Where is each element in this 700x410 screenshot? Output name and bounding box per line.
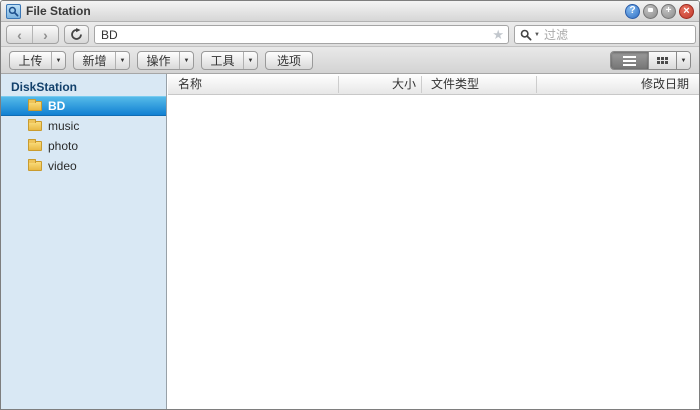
search-field: ▼	[514, 25, 696, 44]
file-list-empty-area[interactable]	[168, 95, 699, 409]
chevron-down-icon[interactable]: ▼	[52, 58, 65, 64]
sidebar-item-label: video	[48, 159, 77, 173]
back-button[interactable]: ‹	[7, 26, 32, 43]
list-view-button[interactable]	[611, 52, 648, 69]
file-station-icon	[6, 3, 21, 19]
path-field: ★	[94, 25, 509, 44]
view-mode-toggle: ▼	[610, 51, 691, 70]
window-controls: ? + ×	[625, 3, 694, 19]
column-separator[interactable]	[536, 76, 537, 93]
window-title: File Station	[26, 4, 91, 18]
sidebar-item-label: music	[48, 119, 80, 133]
column-header-modified[interactable]: 修改日期	[641, 74, 689, 95]
refresh-icon	[71, 28, 82, 40]
sidebar-root-diskstation[interactable]: DiskStation	[1, 74, 166, 96]
forward-icon: ›	[43, 26, 48, 43]
column-header-type[interactable]: 文件类型	[431, 74, 479, 95]
sidebar-item-video[interactable]: video	[1, 156, 166, 176]
options-button[interactable]: 选项	[265, 51, 313, 70]
thumbnail-view-button[interactable]	[648, 52, 676, 69]
column-separator[interactable]	[338, 76, 339, 93]
search-icon	[520, 29, 532, 41]
folder-icon	[28, 139, 42, 151]
chevron-down-icon[interactable]: ▼	[180, 58, 193, 64]
navigation-bar: ‹ › ★ ▼	[1, 22, 699, 47]
search-options-caret-icon[interactable]: ▼	[534, 32, 540, 38]
column-separator[interactable]	[421, 76, 422, 93]
folder-icon	[28, 159, 42, 171]
column-header-name[interactable]: 名称	[178, 74, 202, 95]
sidebar-item-photo[interactable]: photo	[1, 136, 166, 156]
bookmark-star-icon[interactable]: ★	[492, 28, 504, 41]
file-list-panel: 名称 大小 文件类型 修改日期	[168, 74, 699, 409]
minimize-icon	[648, 7, 653, 12]
sidebar-item-bd[interactable]: BD	[1, 96, 166, 116]
close-icon: ×	[683, 4, 690, 17]
maximize-icon: +	[665, 5, 672, 16]
list-view-icon	[623, 55, 636, 66]
toolbar: 上传 ▼ 新增 ▼ 操作 ▼ 工具 ▼ 选项 ▼	[1, 47, 699, 74]
chevron-down-icon[interactable]: ▼	[116, 58, 129, 64]
folder-tree-sidebar: DiskStation BD music photo video	[1, 74, 167, 409]
sidebar-item-label: BD	[48, 99, 66, 113]
help-button[interactable]: ?	[625, 3, 640, 19]
folder-icon	[28, 99, 42, 111]
folder-icon	[28, 119, 42, 131]
column-header-size[interactable]: 大小	[343, 74, 416, 95]
upload-button[interactable]: 上传 ▼	[9, 51, 66, 70]
action-button[interactable]: 操作 ▼	[137, 51, 194, 70]
magnifier-glyph	[8, 6, 19, 16]
thumbnail-view-icon	[657, 57, 668, 64]
forward-button[interactable]: ›	[32, 26, 58, 43]
filter-input[interactable]	[543, 27, 691, 42]
back-icon: ‹	[17, 26, 22, 43]
close-button[interactable]: ×	[679, 3, 694, 19]
minimize-button[interactable]	[643, 3, 658, 19]
file-station-window: File Station ? + × ‹ › ★	[0, 0, 700, 410]
sidebar-item-label: photo	[48, 139, 79, 153]
help-icon: ?	[629, 5, 636, 16]
history-nav-group: ‹ ›	[6, 25, 59, 44]
file-list-header: 名称 大小 文件类型 修改日期	[168, 74, 699, 95]
path-input[interactable]	[101, 27, 493, 42]
chevron-down-icon: ▼	[680, 57, 687, 64]
sidebar-item-music[interactable]: music	[1, 116, 166, 136]
tools-button[interactable]: 工具 ▼	[201, 51, 258, 70]
chevron-down-icon[interactable]: ▼	[244, 58, 257, 64]
create-button[interactable]: 新增 ▼	[73, 51, 130, 70]
refresh-button[interactable]	[64, 25, 89, 44]
view-options-button[interactable]: ▼	[676, 52, 690, 69]
maximize-button[interactable]: +	[661, 3, 676, 19]
title-bar: File Station ? + ×	[1, 1, 699, 22]
